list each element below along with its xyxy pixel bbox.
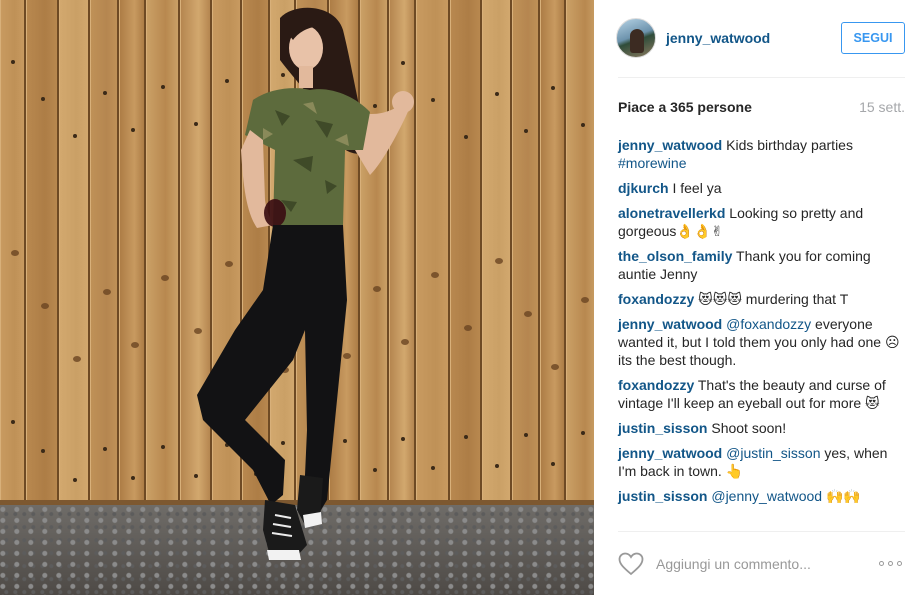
post-sidebar: jenny_watwood SEGUI Piace a 365 persone … [594, 0, 905, 595]
fence-nail [464, 135, 468, 139]
fence-nail [161, 85, 165, 89]
avatar-person-silhouette [630, 29, 644, 53]
fence-nail [11, 420, 15, 424]
comment-text: Shoot soon! [711, 420, 787, 436]
header-divider [618, 77, 905, 78]
comments-divider [618, 531, 905, 532]
comment-username[interactable]: jenny_watwood [618, 137, 722, 153]
wood-knot [581, 297, 589, 303]
comment-username[interactable]: alonetravellerkd [618, 205, 725, 221]
fence-nail [103, 91, 107, 95]
comment-mention[interactable]: @foxandozzy [726, 316, 811, 332]
fence-nail [495, 464, 499, 468]
fence-nail [551, 86, 555, 90]
post-timestamp[interactable]: 15 sett. [859, 99, 905, 115]
comment-text: Kids birthday parties [726, 137, 853, 153]
comment-username[interactable]: jenny_watwood [618, 316, 722, 332]
fence-plank [119, 0, 146, 520]
comment-mention[interactable]: @jenny_watwood [711, 488, 822, 504]
wood-knot [11, 250, 19, 256]
wood-knot [73, 356, 81, 362]
comment-item: the_olson_family Thank you for coming au… [618, 247, 905, 283]
comment-text: 😻😻😻 murdering that T [698, 291, 849, 307]
fence-plank [566, 0, 594, 520]
fence-plank [540, 0, 566, 520]
comment-username[interactable]: foxandozzy [618, 377, 694, 393]
fence-plank [450, 0, 482, 520]
comment-item: djkurch I feel ya [618, 179, 905, 197]
comment-username[interactable]: jenny_watwood [618, 445, 722, 461]
fence-plank [512, 0, 540, 520]
fence-nail [524, 433, 528, 437]
fence-plank [0, 0, 26, 520]
fence-plank [26, 0, 59, 520]
fence-nail [581, 431, 585, 435]
fence-nail [11, 60, 15, 64]
comment-item: alonetravellerkd Looking so pretty and g… [618, 204, 905, 240]
post-header: jenny_watwood SEGUI [616, 18, 905, 58]
fence-nail [131, 128, 135, 132]
profile-avatar[interactable] [616, 18, 656, 58]
comment-item: foxandozzy That's the beauty and curse o… [618, 376, 905, 412]
fence-plank [59, 0, 90, 520]
comment-username[interactable]: the_olson_family [618, 248, 732, 264]
comment-mention[interactable]: @justin_sisson [726, 445, 820, 461]
wood-knot [464, 325, 472, 331]
fence-nail [524, 129, 528, 133]
wood-knot [131, 342, 139, 348]
fence-nail [551, 462, 555, 466]
comment-username[interactable]: djkurch [618, 180, 669, 196]
fence-nail [581, 123, 585, 127]
comment-item: jenny_watwood Kids birthday parties #mor… [618, 136, 905, 172]
fence-nail [464, 435, 468, 439]
fence-nail [41, 449, 45, 453]
fence-nail [73, 478, 77, 482]
wood-knot [103, 289, 111, 295]
wood-knot [161, 275, 169, 281]
wood-knot [495, 258, 503, 264]
comment-item: justin_sisson Shoot soon! [618, 419, 905, 437]
wood-knot [551, 364, 559, 370]
wood-knot [524, 311, 532, 317]
comment-item: jenny_watwood @foxandozzy everyone wante… [618, 315, 905, 369]
comment-text: I feel ya [672, 180, 722, 196]
wood-knot [41, 303, 49, 309]
fence-nail [495, 92, 499, 96]
comments-list: jenny_watwood Kids birthday parties #mor… [618, 136, 905, 512]
comment-hashtag[interactable]: #morewine [618, 155, 686, 171]
add-comment-input[interactable] [656, 553, 856, 575]
post-author-username[interactable]: jenny_watwood [666, 30, 770, 46]
heart-outline-icon[interactable] [618, 552, 644, 576]
fence-plank [90, 0, 119, 520]
more-options-icon[interactable] [879, 558, 905, 570]
fence-nail [73, 134, 77, 138]
post-footer [618, 548, 905, 582]
fence-nail [103, 447, 107, 451]
comment-username[interactable]: justin_sisson [618, 488, 707, 504]
comment-text: 🙌🙌 [822, 488, 861, 504]
likes-count[interactable]: Piace a 365 persone [618, 99, 752, 115]
comment-item: foxandozzy 😻😻😻 murdering that T [618, 290, 905, 308]
fence-plank [482, 0, 512, 520]
woman-figure [197, 7, 414, 560]
comment-item: justin_sisson @jenny_watwood 🙌🙌 [618, 487, 905, 505]
comment-username[interactable]: justin_sisson [618, 420, 707, 436]
fence-nail [131, 476, 135, 480]
comment-username[interactable]: foxandozzy [618, 291, 694, 307]
fence-nail [161, 445, 165, 449]
fence-nail [41, 97, 45, 101]
comment-item: jenny_watwood @justin_sisson yes, when I… [618, 444, 905, 480]
post-photo[interactable] [0, 0, 594, 595]
follow-button[interactable]: SEGUI [841, 22, 905, 54]
